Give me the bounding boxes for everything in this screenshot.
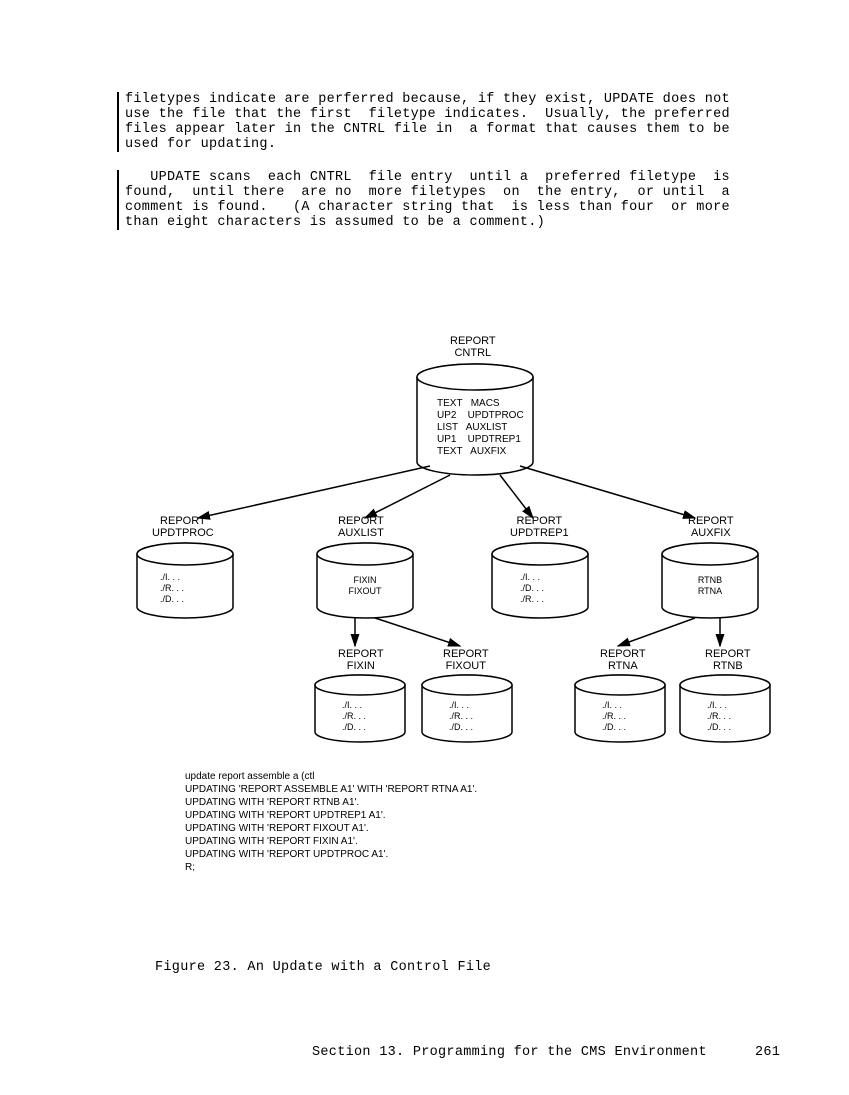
content-fixin: ./I. . . ./R. . . ./D. . . bbox=[342, 700, 366, 733]
figure-caption: Figure 23. An Update with a Control File bbox=[155, 960, 491, 975]
label-report-cntrl: REPORT CNTRL bbox=[450, 335, 496, 359]
document-page: filetypes indicate are perferred because… bbox=[0, 0, 849, 1095]
section-footer: Section 13. Programming for the CMS Envi… bbox=[312, 1045, 707, 1060]
label-report-auxfix: REPORT AUXFIX bbox=[688, 515, 734, 539]
paragraph-1: filetypes indicate are perferred because… bbox=[117, 92, 730, 152]
cylinder-updtproc bbox=[135, 542, 235, 622]
label-report-updtproc: REPORT UPDTPROC bbox=[152, 515, 214, 539]
label-report-fixout: REPORT FIXOUT bbox=[443, 648, 489, 672]
label-report-auxlist: REPORT AUXLIST bbox=[338, 515, 384, 539]
content-auxfix: RTNB RTNA bbox=[695, 575, 725, 597]
content-updtproc: ./I. . . ./R. . . ./D. . . bbox=[160, 572, 184, 605]
label-report-rtnb: REPORT RTNB bbox=[705, 648, 751, 672]
cntrl-file-content: TEXT MACS UP2 UPDTPROC LIST AUXLIST UP1 … bbox=[437, 398, 524, 458]
content-auxlist: FIXIN FIXOUT bbox=[345, 575, 385, 597]
content-fixout: ./I. . . ./R. . . ./D. . . bbox=[449, 700, 473, 733]
content-updtrep1: ./I. . . ./D. . . ./R. . . bbox=[520, 572, 544, 605]
content-rtna: ./I. . . ./R. . . ./D. . . bbox=[602, 700, 626, 733]
console-output: update report assemble a (ctl UPDATING '… bbox=[185, 770, 477, 874]
page-number: 261 bbox=[755, 1045, 780, 1060]
arrows-root-to-level2 bbox=[130, 458, 770, 553]
label-report-rtna: REPORT RTNA bbox=[600, 648, 646, 672]
content-rtnb: ./I. . . ./R. . . ./D. . . bbox=[707, 700, 731, 733]
label-report-fixin: REPORT FIXIN bbox=[338, 648, 384, 672]
paragraph-2: UPDATE scans each CNTRL file entry until… bbox=[117, 170, 730, 230]
label-report-updtrep1: REPORT UPDTREP1 bbox=[510, 515, 569, 539]
